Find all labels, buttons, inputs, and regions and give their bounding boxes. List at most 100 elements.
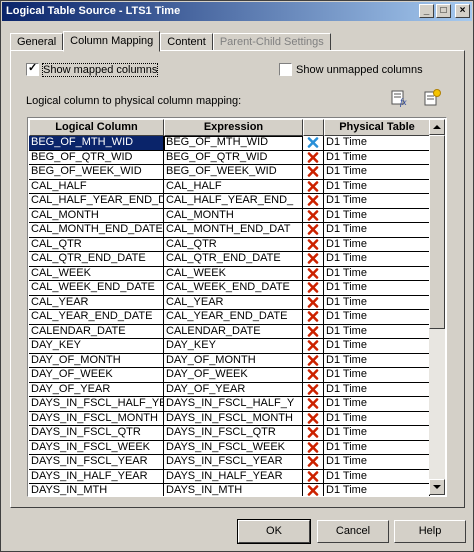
expression-cell[interactable]: CAL_HALF: [164, 179, 303, 194]
table-row[interactable]: DAYS_IN_HALF_YEAR DAYS_IN_HALF_YEAR D1 Tim…: [29, 469, 430, 484]
logical-column-cell[interactable]: DAY_KEY: [29, 339, 164, 354]
cancel-button[interactable]: Cancel: [317, 520, 389, 543]
table-row[interactable]: DAYS_IN_FSCL_HALF_YE DAYS_IN_FSCL_HALF_Y D…: [29, 397, 430, 412]
logical-column-cell[interactable]: DAYS_IN_HALF_YEAR: [29, 469, 164, 484]
logical-column-cell[interactable]: DAYS_IN_MTH: [29, 484, 164, 496]
physical-table-cell[interactable]: D1 Time: [324, 353, 430, 368]
help-button[interactable]: Help: [394, 520, 466, 543]
delete-mapping-icon[interactable]: [303, 266, 324, 281]
table-row[interactable]: CAL_WEEK_END_DATE CAL_WEEK_END_DATE D1 Tim…: [29, 281, 430, 296]
logical-column-cell[interactable]: DAY_OF_WEEK: [29, 368, 164, 383]
delete-mapping-icon[interactable]: [303, 469, 324, 484]
table-row[interactable]: CAL_QTR_END_DATE CAL_QTR_END_DATE D1 Time: [29, 252, 430, 267]
tab-column-mapping[interactable]: Column Mapping: [63, 31, 161, 52]
show-mapped-checkbox[interactable]: ✓ Show mapped columns: [26, 62, 159, 77]
logical-column-cell[interactable]: DAYS_IN_FSCL_YEAR: [29, 455, 164, 470]
close-button[interactable]: ×: [455, 4, 470, 18]
table-row[interactable]: DAYS_IN_FSCL_QTR DAYS_IN_FSCL_QTR D1 Time: [29, 426, 430, 441]
logical-column-cell[interactable]: DAYS_IN_FSCL_HALF_YE: [29, 397, 164, 412]
tab-content[interactable]: Content: [160, 33, 213, 51]
logical-column-cell[interactable]: BEG_OF_WEEK_WID: [29, 165, 164, 180]
physical-table-cell[interactable]: D1 Time: [324, 368, 430, 383]
expression-cell[interactable]: CALENDAR_DATE: [164, 324, 303, 339]
tab-general[interactable]: General: [10, 33, 64, 51]
physical-table-cell[interactable]: D1 Time: [324, 179, 430, 194]
scroll-up-button[interactable]: [429, 119, 445, 135]
physical-table-cell[interactable]: D1 Time: [324, 484, 430, 496]
logical-column-cell[interactable]: CAL_HALF_YEAR_END_D: [29, 194, 164, 209]
expression-cell[interactable]: BEG_OF_QTR_WID: [164, 150, 303, 165]
physical-table-cell[interactable]: D1 Time: [324, 469, 430, 484]
expression-cell[interactable]: DAYS_IN_FSCL_WEEK: [164, 440, 303, 455]
delete-mapping-icon[interactable]: [303, 208, 324, 223]
table-row[interactable]: CALENDAR_DATE CALENDAR_DATE D1 Time: [29, 324, 430, 339]
physical-table-cell[interactable]: D1 Time: [324, 281, 430, 296]
physical-table-cell[interactable]: D1 Time: [324, 426, 430, 441]
expression-cell[interactable]: CAL_YEAR: [164, 295, 303, 310]
scroll-thumb[interactable]: [429, 135, 445, 329]
expression-cell[interactable]: DAYS_IN_MTH: [164, 484, 303, 496]
delete-mapping-icon[interactable]: [303, 324, 324, 339]
logical-column-cell[interactable]: CAL_WEEK: [29, 266, 164, 281]
maximize-button[interactable]: □: [436, 4, 451, 18]
physical-table-cell[interactable]: D1 Time: [324, 136, 430, 151]
physical-table-cell[interactable]: D1 Time: [324, 440, 430, 455]
logical-column-cell[interactable]: DAYS_IN_FSCL_WEEK: [29, 440, 164, 455]
expression-cell[interactable]: DAY_KEY: [164, 339, 303, 354]
show-unmapped-checkbox[interactable]: Show unmapped columns: [279, 63, 423, 76]
delete-mapping-icon[interactable]: [303, 194, 324, 209]
expression-cell[interactable]: DAYS_IN_HALF_YEAR: [164, 469, 303, 484]
logical-column-cell[interactable]: CAL_YEAR: [29, 295, 164, 310]
logical-column-cell[interactable]: BEG_OF_MTH_WID: [29, 136, 164, 151]
expression-cell[interactable]: CAL_YEAR_END_DATE: [164, 310, 303, 325]
physical-table-cell[interactable]: D1 Time: [324, 324, 430, 339]
header-logical-column[interactable]: Logical Column: [29, 119, 164, 136]
physical-table-cell[interactable]: D1 Time: [324, 382, 430, 397]
delete-mapping-icon[interactable]: [303, 281, 324, 296]
physical-table-cell[interactable]: D1 Time: [324, 310, 430, 325]
delete-mapping-icon[interactable]: [303, 136, 324, 151]
logical-column-cell[interactable]: CAL_MONTH_END_DATE: [29, 223, 164, 238]
header-expression[interactable]: Expression: [164, 119, 303, 136]
logical-column-cell[interactable]: CAL_MONTH: [29, 208, 164, 223]
delete-mapping-icon[interactable]: [303, 353, 324, 368]
physical-table-cell[interactable]: D1 Time: [324, 252, 430, 267]
physical-table-cell[interactable]: D1 Time: [324, 150, 430, 165]
delete-mapping-icon[interactable]: [303, 426, 324, 441]
delete-mapping-icon[interactable]: [303, 310, 324, 325]
physical-table-cell[interactable]: D1 Time: [324, 411, 430, 426]
expression-cell[interactable]: DAYS_IN_FSCL_HALF_Y: [164, 397, 303, 412]
expression-cell[interactable]: CAL_WEEK_END_DATE: [164, 281, 303, 296]
table-row[interactable]: DAY_OF_WEEK DAY_OF_WEEK D1 Time: [29, 368, 430, 383]
table-row[interactable]: BEG_OF_WEEK_WID BEG_OF_WEEK_WID D1 Time: [29, 165, 430, 180]
table-row[interactable]: DAY_OF_YEAR DAY_OF_YEAR D1 Time: [29, 382, 430, 397]
edit-expression-icon[interactable]: fx: [389, 89, 409, 107]
table-row[interactable]: DAY_KEY DAY_KEY D1 Time: [29, 339, 430, 354]
checkbox-box[interactable]: [279, 63, 292, 76]
physical-table-cell[interactable]: D1 Time: [324, 223, 430, 238]
delete-mapping-icon[interactable]: [303, 237, 324, 252]
table-row[interactable]: DAYS_IN_MTH DAYS_IN_MTH D1 Time: [29, 484, 430, 496]
delete-mapping-icon[interactable]: [303, 484, 324, 496]
expression-cell[interactable]: CAL_QTR: [164, 237, 303, 252]
physical-table-cell[interactable]: D1 Time: [324, 165, 430, 180]
logical-column-cell[interactable]: DAYS_IN_FSCL_QTR: [29, 426, 164, 441]
delete-mapping-icon[interactable]: [303, 252, 324, 267]
header-physical-table[interactable]: Physical Table: [324, 119, 430, 136]
table-row[interactable]: BEG_OF_QTR_WID BEG_OF_QTR_WID D1 Time: [29, 150, 430, 165]
table-row[interactable]: DAY_OF_MONTH DAY_OF_MONTH D1 Time: [29, 353, 430, 368]
physical-table-cell[interactable]: D1 Time: [324, 194, 430, 209]
tab-parent-child-settings[interactable]: Parent-Child Settings: [212, 33, 331, 51]
table-row[interactable]: CAL_YEAR CAL_YEAR D1 Time: [29, 295, 430, 310]
delete-mapping-icon[interactable]: [303, 295, 324, 310]
physical-table-cell[interactable]: D1 Time: [324, 208, 430, 223]
title-bar[interactable]: Logical Table Source - LTS1 Time _ □ ×: [2, 2, 472, 21]
scroll-down-button[interactable]: [429, 479, 445, 495]
delete-mapping-icon[interactable]: [303, 368, 324, 383]
logical-column-cell[interactable]: CAL_QTR_END_DATE: [29, 252, 164, 267]
expression-cell[interactable]: CAL_MONTH_END_DAT: [164, 223, 303, 238]
delete-mapping-icon[interactable]: [303, 165, 324, 180]
table-row[interactable]: DAYS_IN_FSCL_WEEK DAYS_IN_FSCL_WEEK D1 Tim…: [29, 440, 430, 455]
table-row[interactable]: CAL_QTR CAL_QTR D1 Time: [29, 237, 430, 252]
header-delete[interactable]: [303, 119, 324, 136]
